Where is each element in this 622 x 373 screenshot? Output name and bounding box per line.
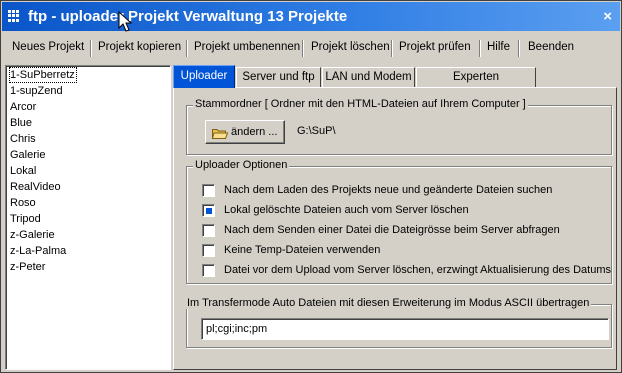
option-checkbox[interactable] bbox=[202, 264, 215, 277]
checkbox-checked-mark bbox=[206, 208, 212, 214]
project-list-item[interactable]: z-Peter bbox=[10, 260, 45, 274]
project-list-item[interactable]: Arcor bbox=[10, 100, 36, 114]
menu-separator bbox=[518, 40, 520, 57]
option-label: Keine Temp-Dateien verwenden bbox=[224, 244, 381, 256]
project-list-item[interactable]: Galerie bbox=[10, 148, 45, 162]
menu-new-project[interactable]: Neues Projekt bbox=[12, 41, 84, 53]
app-grid-icon[interactable] bbox=[8, 10, 20, 22]
menu-copy-project[interactable]: Projekt kopieren bbox=[98, 41, 181, 53]
option-checkbox[interactable] bbox=[202, 224, 215, 237]
tab-server-ftp[interactable]: Server und ftp bbox=[236, 67, 321, 87]
window-title: ftp - uploader Projekt Verwaltung 13 Pro… bbox=[28, 8, 348, 25]
change-folder-button[interactable]: ändern ... bbox=[205, 120, 285, 144]
root-folder-path: G:\SuP\ bbox=[297, 125, 336, 137]
ascii-extensions-legend: Im Transfermode Auto Dateien mit diesen … bbox=[185, 297, 592, 309]
menu-separator bbox=[391, 40, 393, 57]
ascii-extensions-input[interactable]: pl;cgi;inc;pm bbox=[201, 318, 609, 340]
project-list-item[interactable]: Tripod bbox=[10, 212, 41, 226]
menu-help[interactable]: Hilfe bbox=[487, 41, 510, 53]
menu-separator bbox=[479, 40, 481, 57]
project-list-item[interactable]: Lokal bbox=[10, 164, 36, 178]
tab-lan-modem[interactable]: LAN und Modem bbox=[322, 67, 415, 87]
menu-delete-project[interactable]: Projekt löschen bbox=[311, 41, 390, 53]
uploader-options-legend: Uploader Optionen bbox=[193, 159, 290, 171]
tab-uploader[interactable]: Uploader bbox=[173, 65, 235, 88]
option-checkbox[interactable] bbox=[202, 204, 215, 217]
project-list[interactable]: 1-SuPberretz 1-supZend Arcor Blue Chris … bbox=[5, 65, 171, 370]
menu-separator bbox=[90, 40, 92, 57]
change-folder-label: ändern ... bbox=[231, 126, 278, 138]
project-list-item[interactable]: 1-SuPberretz bbox=[9, 67, 77, 83]
mouse-pointer-icon bbox=[118, 11, 133, 32]
option-label: Datei vor dem Upload vom Server löschen,… bbox=[224, 264, 612, 276]
option-checkbox[interactable] bbox=[202, 244, 215, 257]
project-list-item[interactable]: 1-supZend bbox=[10, 84, 63, 98]
project-list-item[interactable]: Chris bbox=[10, 132, 36, 146]
project-list-item[interactable]: RealVideo bbox=[10, 180, 61, 194]
app-window: ftp - uploader Projekt Verwaltung 13 Pro… bbox=[0, 0, 622, 373]
folder-open-icon bbox=[212, 129, 228, 139]
menu-check-project[interactable]: Projekt prüfen bbox=[399, 41, 471, 53]
uploader-tab-panel: Stammordner [ Ordner mit den HTML-Dateie… bbox=[173, 87, 617, 370]
project-list-item[interactable]: Blue bbox=[10, 116, 32, 130]
menu-bar: Neues Projekt Projekt kopieren Projekt u… bbox=[2, 37, 620, 61]
project-list-item[interactable]: z-La-Palma bbox=[10, 244, 66, 258]
close-icon[interactable]: × bbox=[603, 8, 612, 25]
stammordner-legend: Stammordner [ Ordner mit den HTML-Dateie… bbox=[193, 98, 528, 110]
tab-expert-settings[interactable]: Experten Einstellungen bbox=[416, 67, 536, 101]
stammordner-group: Stammordner [ Ordner mit den HTML-Dateie… bbox=[186, 98, 612, 155]
option-label: Nach dem Senden einer Datei die Dateigrö… bbox=[224, 224, 560, 236]
option-label: Nach dem Laden des Projekts neue und geä… bbox=[224, 184, 553, 196]
menu-separator bbox=[302, 40, 304, 57]
option-checkbox[interactable] bbox=[202, 184, 215, 197]
project-list-item[interactable]: z-Galerie bbox=[10, 228, 55, 242]
ascii-extensions-value: pl;cgi;inc;pm bbox=[206, 323, 268, 335]
menu-exit[interactable]: Beenden bbox=[528, 41, 574, 53]
project-list-item[interactable]: Roso bbox=[10, 196, 36, 210]
menu-rename-project[interactable]: Projekt umbenennen bbox=[194, 41, 300, 53]
title-bar[interactable]: ftp - uploader Projekt Verwaltung 13 Pro… bbox=[2, 2, 620, 31]
ascii-extensions-group: Im Transfermode Auto Dateien mit diesen … bbox=[185, 297, 612, 348]
option-label: Lokal gelöschte Dateien auch vom Server … bbox=[224, 204, 469, 216]
menu-separator bbox=[186, 40, 188, 57]
